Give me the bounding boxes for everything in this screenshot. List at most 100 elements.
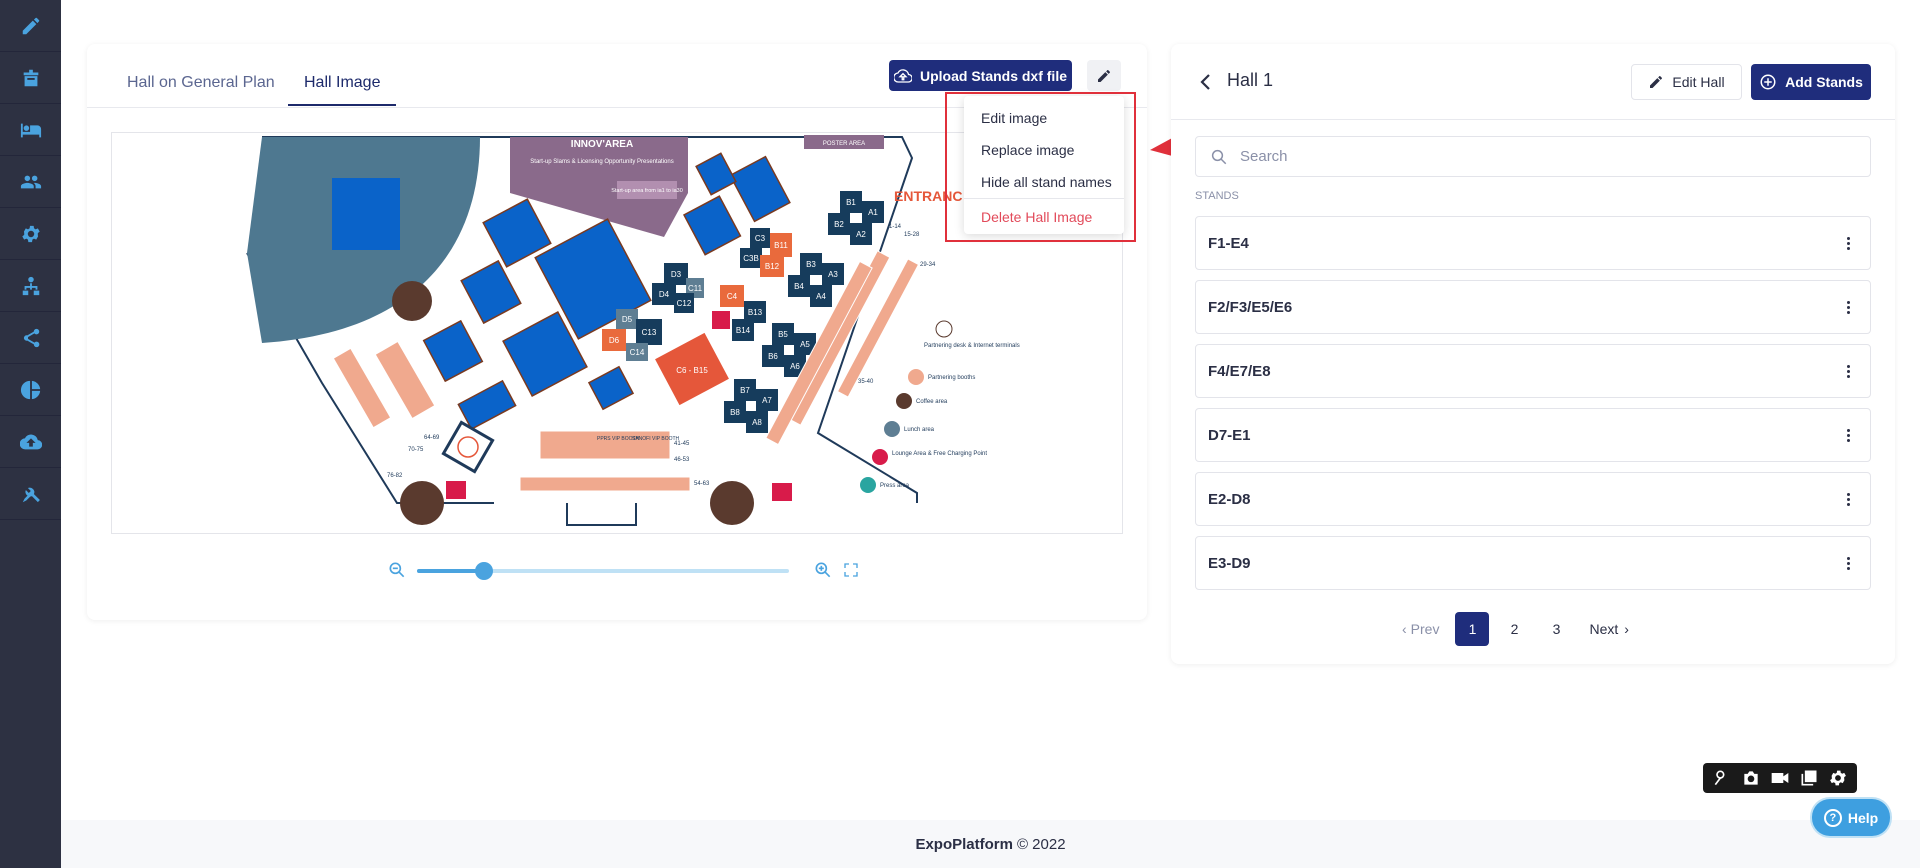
vip-booth-label: SANOFI VIP BOOTH bbox=[632, 436, 680, 442]
startup-area-label: Start-up area from ia1 to ia30 bbox=[611, 188, 683, 194]
stand-label: B5 bbox=[778, 330, 788, 339]
plus-circle-icon bbox=[1760, 74, 1776, 90]
sidebar-item-settings[interactable] bbox=[0, 208, 61, 260]
search-box bbox=[1195, 136, 1871, 177]
prev-label: Prev bbox=[1410, 621, 1440, 637]
list-item[interactable]: D7-E1 bbox=[1195, 408, 1871, 462]
stand-label: B11 bbox=[774, 241, 788, 250]
kebab-menu-icon[interactable] bbox=[1840, 233, 1856, 253]
camera-icon[interactable] bbox=[1740, 767, 1762, 789]
sidebar bbox=[0, 0, 61, 868]
stand-label: B2 bbox=[834, 220, 844, 229]
chevron-left-icon[interactable] bbox=[1195, 70, 1215, 94]
sidebar-item-cloud[interactable] bbox=[0, 416, 61, 468]
stand-block bbox=[587, 365, 635, 411]
stand-block bbox=[457, 379, 517, 431]
zoom-slider-thumb[interactable] bbox=[474, 562, 493, 580]
edit-image-menu-button[interactable] bbox=[1087, 60, 1121, 91]
fullscreen-icon[interactable] bbox=[843, 562, 859, 578]
hall-header: Hall 1 Edit Hall Add Stands bbox=[1171, 44, 1895, 120]
sidebar-item-tools[interactable] bbox=[0, 468, 61, 520]
stand-label: B14 bbox=[736, 326, 751, 335]
legend-label: Coffee area bbox=[916, 399, 948, 405]
sidebar-item-podium[interactable] bbox=[0, 52, 61, 104]
stand-label: C3B bbox=[743, 254, 759, 263]
legend-label: Lounge Area & Free Charging Point bbox=[892, 451, 987, 457]
stand-label: B12 bbox=[765, 262, 780, 271]
list-item[interactable]: F2/F3/E5/E6 bbox=[1195, 280, 1871, 334]
range-label: 64-69 bbox=[424, 435, 440, 441]
chevron-left-icon: ‹ bbox=[1402, 621, 1407, 637]
kebab-menu-icon[interactable] bbox=[1840, 361, 1856, 381]
stand-block bbox=[682, 195, 742, 256]
stand-label: D4 bbox=[659, 290, 670, 299]
zoom-in-icon[interactable] bbox=[813, 560, 833, 580]
pagination-next[interactable]: Next › bbox=[1589, 621, 1628, 637]
stand-label: C12 bbox=[677, 299, 692, 308]
press-icon bbox=[860, 477, 876, 493]
zoom-slider[interactable] bbox=[417, 562, 789, 580]
tab-hall-on-general-plan[interactable]: Hall on General Plan bbox=[127, 74, 275, 104]
help-button[interactable]: ? Help bbox=[1812, 799, 1890, 836]
zoom-out-icon[interactable] bbox=[387, 560, 407, 580]
search-icon bbox=[1211, 149, 1227, 165]
coffee-icon bbox=[710, 481, 754, 525]
pencil-icon bbox=[1098, 69, 1110, 82]
kebab-menu-icon[interactable] bbox=[1840, 553, 1856, 573]
kebab-menu-icon[interactable] bbox=[1840, 297, 1856, 317]
range-label: 29-34 bbox=[920, 262, 936, 268]
stand-label: A4 bbox=[816, 292, 826, 301]
list-item[interactable]: F1-E4 bbox=[1195, 216, 1871, 270]
add-stands-label: Add Stands bbox=[1785, 74, 1863, 90]
next-label: Next bbox=[1589, 621, 1619, 637]
stand-block bbox=[460, 259, 522, 325]
edit-hall-button[interactable]: Edit Hall bbox=[1631, 64, 1742, 100]
sidebar-item-analytics[interactable] bbox=[0, 364, 61, 416]
coffee-icon bbox=[896, 393, 912, 409]
users-icon bbox=[20, 175, 41, 188]
windows-icon[interactable] bbox=[1798, 767, 1820, 789]
stand-label: A2 bbox=[856, 230, 866, 239]
sidebar-item-accommodation[interactable] bbox=[0, 104, 61, 156]
video-icon[interactable] bbox=[1769, 767, 1791, 789]
stand-block bbox=[729, 155, 791, 223]
page-1[interactable]: 1 bbox=[1455, 612, 1490, 646]
gear-icon[interactable] bbox=[1827, 767, 1849, 789]
cloud-upload-icon bbox=[893, 68, 912, 83]
pin-icon[interactable] bbox=[1711, 767, 1733, 789]
add-stands-button[interactable]: Add Stands bbox=[1751, 64, 1871, 100]
stand-label: B6 bbox=[768, 352, 778, 361]
sidebar-item-users[interactable] bbox=[0, 156, 61, 208]
stand-block bbox=[695, 152, 737, 196]
list-item[interactable]: E3-D9 bbox=[1195, 536, 1871, 590]
sidebar-item-organization[interactable] bbox=[0, 260, 61, 312]
stand-label: B8 bbox=[730, 408, 740, 417]
page-3[interactable]: 3 bbox=[1539, 612, 1573, 646]
stand-label: C6 - B15 bbox=[676, 366, 708, 375]
stand-label: A1 bbox=[868, 208, 878, 217]
kebab-menu-icon[interactable] bbox=[1840, 489, 1856, 509]
stand-label: C14 bbox=[630, 348, 645, 357]
page-2[interactable]: 2 bbox=[1497, 612, 1531, 646]
legend-label: Partnering desk & Internet terminals bbox=[924, 343, 1020, 349]
upload-stands-dxf-button[interactable]: Upload Stands dxf file bbox=[889, 60, 1072, 91]
kebab-menu-icon[interactable] bbox=[1840, 425, 1856, 445]
lounge-icon bbox=[772, 483, 792, 501]
stand-block bbox=[332, 178, 400, 250]
list-item[interactable]: F4/E7/E8 bbox=[1195, 344, 1871, 398]
tab-hall-image[interactable]: Hall Image bbox=[288, 74, 397, 106]
list-item[interactable]: E2-D8 bbox=[1195, 472, 1871, 526]
pagination-prev[interactable]: ‹ Prev bbox=[1402, 621, 1439, 637]
pie-chart-icon bbox=[20, 380, 40, 399]
search-input[interactable] bbox=[1240, 137, 1860, 176]
stand-label: B4 bbox=[794, 282, 804, 291]
partnering-icon bbox=[908, 369, 924, 385]
sidebar-item-share[interactable] bbox=[0, 312, 61, 364]
stand-label: D6 bbox=[609, 336, 620, 345]
stand-name: D7-E1 bbox=[1208, 426, 1251, 444]
sidebar-item-edit[interactable] bbox=[0, 0, 61, 52]
lounge-icon bbox=[872, 449, 888, 465]
hall-stands-card: Hall 1 Edit Hall Add Stands STANDS F1-E4… bbox=[1171, 44, 1895, 664]
bed-icon bbox=[20, 123, 41, 137]
stands-section-label: STANDS bbox=[1195, 190, 1239, 202]
